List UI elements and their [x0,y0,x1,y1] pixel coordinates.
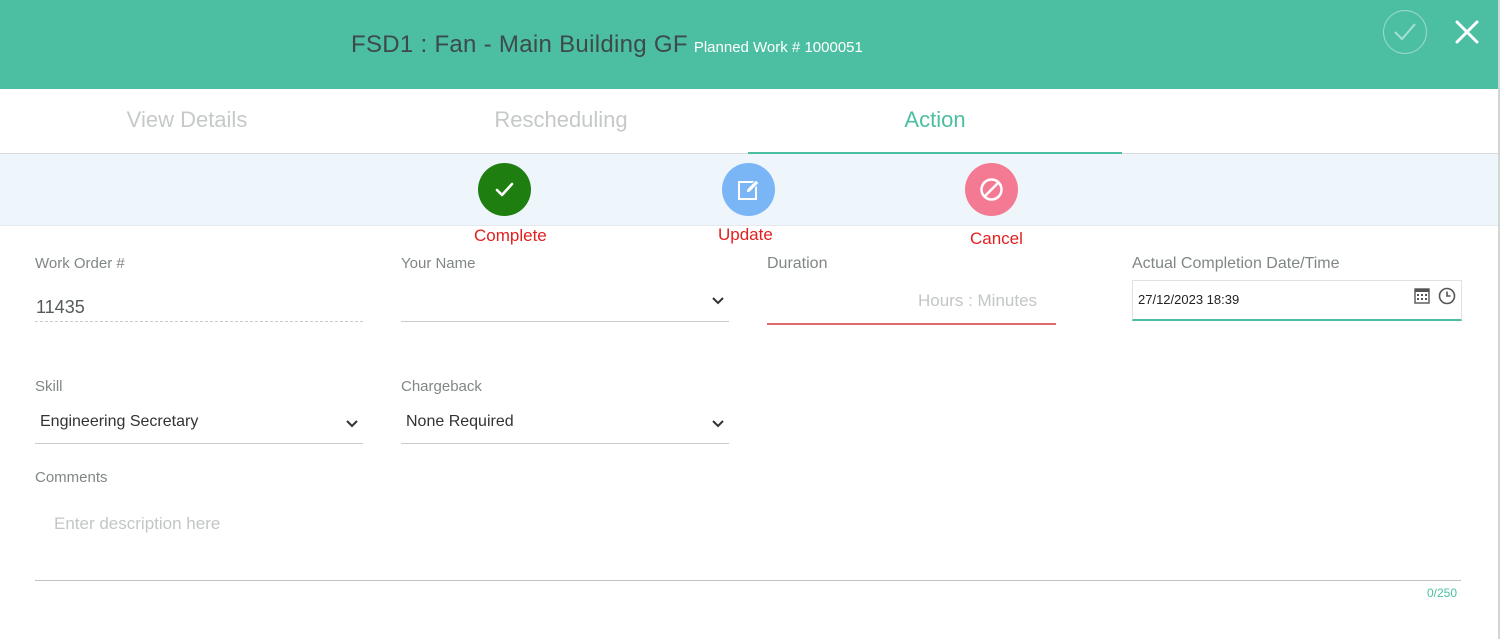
tab-action[interactable]: Action [748,89,1122,154]
planned-work-number: Planned Work # 1000051 [693,39,863,56]
duration-label: Duration [767,255,828,272]
completion-label: Actual Completion Date/Time [1132,255,1340,272]
update-button[interactable] [722,163,775,216]
tab-rescheduling[interactable]: Rescheduling [374,89,748,152]
chargeback-value: None Required [406,413,514,430]
check-circle-icon[interactable] [1383,10,1427,54]
update-label[interactable]: Update [718,225,773,245]
tab-view-details[interactable]: View Details [0,89,374,152]
complete-label[interactable]: Complete [474,226,547,246]
tab-bar: View Details Rescheduling Action [0,89,1498,154]
calendar-icon[interactable] [1414,287,1430,304]
your-name-label: Your Name [401,255,476,272]
chargeback-label: Chargeback [401,378,482,395]
chargeback-select[interactable]: None Required [401,401,729,444]
edit-icon [738,179,760,200]
close-icon[interactable] [1453,18,1481,46]
comments-label: Comments [35,469,108,486]
skill-label: Skill [35,378,63,395]
work-order-value: 11435 [36,297,85,317]
comments-placeholder: Enter description here [54,514,221,533]
completion-datetime-input[interactable]: 27/12/2023 18:39 [1132,280,1462,321]
completion-value: 27/12/2023 18:39 [1138,292,1240,307]
dialog-title-text: FSD1 : Fan - Main Building GF [351,31,688,58]
chevron-down-icon [712,420,724,428]
work-order-underline [35,321,363,322]
dialog-title: FSD1 : Fan - Main Building GF Planned Wor… [351,31,863,59]
duration-placeholder: Hours : Minutes [918,291,1038,310]
dialog-header: FSD1 : Fan - Main Building GF Planned Wor… [0,0,1498,89]
duration-input[interactable]: Hours : Minutes [767,280,1056,325]
chevron-down-icon [712,297,724,305]
work-order-label: Work Order # [35,255,125,272]
chevron-down-icon [346,420,358,428]
check-icon [495,182,514,197]
complete-button[interactable] [478,163,531,216]
comments-counter: 0/250 [1427,586,1458,600]
clock-icon[interactable] [1438,287,1456,305]
skill-select[interactable]: Engineering Secretary [35,401,363,444]
comments-textarea[interactable]: Enter description here [35,495,1461,581]
skill-value: Engineering Secretary [40,413,199,430]
cancel-button[interactable] [965,163,1018,216]
cancel-icon [980,178,1003,201]
cancel-label[interactable]: Cancel [970,229,1023,249]
your-name-select[interactable] [401,280,729,322]
